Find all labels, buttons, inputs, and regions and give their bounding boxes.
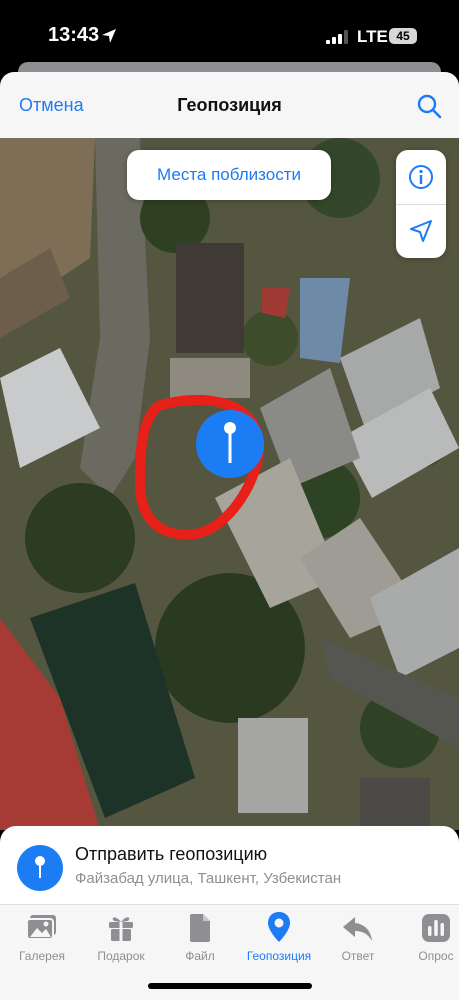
satellite-map[interactable] bbox=[0, 138, 459, 830]
tab-gift[interactable]: Подарок bbox=[83, 905, 159, 963]
info-icon bbox=[409, 165, 433, 189]
tab-gift-label: Подарок bbox=[97, 949, 145, 963]
send-location-title: Отправить геопозицию bbox=[75, 844, 268, 864]
map-info-button[interactable] bbox=[396, 150, 446, 204]
network-type: LTE bbox=[357, 27, 388, 46]
tab-reply-label: Ответ bbox=[341, 949, 375, 963]
page-title: Геопозиция bbox=[177, 95, 282, 115]
send-location-row[interactable]: Отправить геопозицию Файзабад улица, Таш… bbox=[0, 826, 459, 904]
location-sheet-header: Отмена Геопозиция bbox=[0, 72, 459, 138]
tab-poll-label: Опрос bbox=[418, 949, 454, 963]
tab-gallery[interactable]: Галерея bbox=[4, 905, 80, 963]
tab-gallery-label: Галерея bbox=[18, 949, 66, 963]
status-bar: 13:43 LTE 45 bbox=[0, 0, 459, 70]
file-icon bbox=[190, 914, 210, 942]
map-controls bbox=[396, 150, 446, 258]
poll-icon bbox=[422, 914, 450, 942]
location-pin-icon bbox=[17, 845, 63, 891]
location-arrow-icon bbox=[410, 220, 432, 242]
gallery-icon bbox=[26, 915, 56, 940]
status-time: 13:43 bbox=[48, 24, 100, 46]
tab-file-label: Файл bbox=[185, 949, 215, 963]
battery-indicator: 45 bbox=[389, 28, 417, 44]
home-indicator[interactable] bbox=[148, 983, 312, 989]
search-icon[interactable] bbox=[416, 93, 442, 119]
tab-reply[interactable]: Ответ bbox=[320, 905, 396, 963]
tab-location-label: Геопозиция bbox=[246, 949, 312, 963]
current-location-button[interactable] bbox=[396, 204, 446, 258]
nearby-places-button[interactable]: Места поблизости bbox=[127, 150, 331, 200]
tab-location[interactable]: Геопозиция bbox=[241, 905, 317, 963]
gift-icon bbox=[109, 917, 133, 941]
tab-poll[interactable]: Опрос bbox=[398, 905, 459, 963]
send-location-address: Файзабад улица, Ташкент, Узбекистан bbox=[75, 870, 342, 887]
tab-file[interactable]: Файл bbox=[162, 905, 238, 963]
reply-icon bbox=[343, 917, 372, 941]
location-arrow-icon bbox=[102, 29, 116, 43]
signal-icon bbox=[326, 30, 348, 44]
location-pin-icon bbox=[268, 912, 290, 942]
location-pin-marker bbox=[196, 410, 264, 478]
